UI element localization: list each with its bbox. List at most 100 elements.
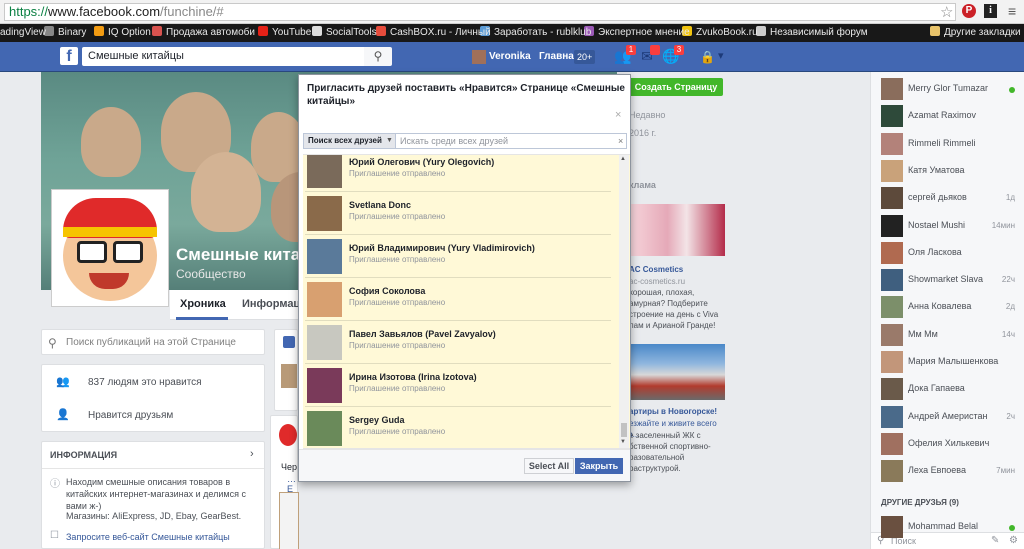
ad-image-apartments[interactable] <box>629 344 725 400</box>
friend-photo <box>307 368 342 403</box>
other-bookmarks[interactable]: Другие закладки <box>930 24 1021 42</box>
invite-row[interactable]: София Соколова Приглашение отправлено <box>305 278 611 321</box>
request-website-link[interactable]: Запросите веб-сайт Смешные китайцы <box>66 532 230 542</box>
invite-row[interactable]: Sergey Guda Приглашение отправлено <box>305 407 611 448</box>
friend-name: Леха Евпоева <box>908 465 966 476</box>
ad-title[interactable]: артиры в Новогорске! <box>629 407 717 416</box>
facebook-logo-icon[interactable]: f <box>60 47 78 65</box>
chat-friend[interactable]: Мария Малышенкова <box>881 351 1021 373</box>
select-all-button[interactable]: Select All <box>524 458 574 474</box>
url-host: www.facebook.com <box>48 4 161 19</box>
friend-search-input[interactable]: Искать среди всех друзей <box>400 134 508 148</box>
invite-row[interactable]: Юрий Владимирович (Yury Vladimirovich) Пр… <box>305 235 611 278</box>
scrollbar-thumb[interactable] <box>621 423 627 437</box>
friend-avatar <box>881 269 903 292</box>
tab-info[interactable]: Информац <box>242 298 300 310</box>
ad-title[interactable]: AC Cosmetics <box>629 265 683 274</box>
edit-icon[interactable] <box>283 336 295 348</box>
info-extension-icon[interactable]: i <box>984 4 997 18</box>
close-icon[interactable]: × <box>615 109 621 121</box>
bookmark-item[interactable]: YouTube <box>258 24 311 42</box>
year-label[interactable]: 2016 г. <box>629 128 656 138</box>
recent-label[interactable]: Недавно <box>629 110 665 120</box>
invite-row[interactable]: Svetlana Donc Приглашение отправлено <box>305 192 611 235</box>
page-title[interactable]: Смешные кита <box>176 245 300 265</box>
post-link[interactable]: …E <box>287 474 297 494</box>
friend-name: Ирина Изотова (Irina Izotova) <box>349 372 477 382</box>
bookmark-label: ZvukoBook.ru <box>696 27 758 38</box>
friend-filter-label: Поиск всех друзей <box>308 136 382 145</box>
avatar-glasses <box>77 241 107 263</box>
bookmark-item[interactable]: SocialTools <box>312 24 377 42</box>
bookmark-label: CashBOX.ru - Личный <box>390 27 491 38</box>
friend-name: Офелия Хилькевич <box>908 437 990 448</box>
page-post-search[interactable]: ⚲ Поиск публикаций на этой Странице <box>41 329 265 355</box>
invite-row[interactable]: Павел Завьялов (Pavel Zavyalov) Приглашен… <box>305 321 611 364</box>
pinterest-extension-icon[interactable]: P <box>962 4 976 18</box>
ad-image-cosmetics[interactable] <box>629 204 725 256</box>
address-bar[interactable]: https://www.facebook.com/funchine/# <box>4 3 956 21</box>
bookmark-item[interactable]: Экспертное мнение <box>584 24 690 42</box>
chat-friend[interactable]: Анна Ковалева 2д <box>881 296 1021 319</box>
bookmark-item[interactable]: IQ Option <box>94 24 151 42</box>
bookmark-star-icon[interactable]: ☆ <box>940 3 953 21</box>
privacy-lock-icon[interactable]: 🔒 <box>700 50 715 64</box>
account-menu-caret-icon[interactable]: ▾ <box>718 49 724 62</box>
bookmark-item[interactable]: Независимый форум <box>756 24 868 42</box>
bookmark-item[interactable]: CashBOX.ru - Личный <box>376 24 491 42</box>
bookmark-favicon-icon <box>258 26 268 36</box>
bookmark-item[interactable]: Заработать - rublklub <box>480 24 591 42</box>
scroll-up-icon[interactable]: ▲ <box>620 156 626 162</box>
bookmark-item[interactable]: adingView <box>0 24 46 42</box>
create-page-button[interactable]: Создать Страницу <box>629 78 723 96</box>
chevron-down-icon: ▼ <box>386 137 393 144</box>
chat-friend[interactable]: Офелия Хилькевич <box>881 432 1021 455</box>
bookmark-item[interactable]: Продажа автомоби <box>152 24 255 42</box>
friend-name: Катя Уматова <box>908 164 965 175</box>
bookmark-item[interactable]: ZvukoBook.ru <box>682 24 758 42</box>
scroll-down-icon[interactable]: ▼ <box>620 439 626 445</box>
user-name-link[interactable]: Veronika <box>489 49 531 65</box>
post-image[interactable] <box>279 492 299 549</box>
close-button[interactable]: Закрыть <box>575 458 623 474</box>
other-friends-header: ДРУГИЕ ДРУЗЬЯ (9) <box>881 498 959 507</box>
friends-like-label: Нравится друзьям <box>88 410 174 421</box>
chat-friend[interactable]: Катя Уматова <box>881 159 1021 182</box>
chat-friend[interactable]: Mohammad Belal <box>881 516 1021 538</box>
clear-search-icon[interactable]: × <box>618 134 623 148</box>
friend-avatar <box>881 296 903 319</box>
friend-filter-dropdown[interactable]: Поиск всех друзей ▼ <box>304 134 396 148</box>
bookmark-item[interactable]: Binary <box>44 24 86 42</box>
folder-icon <box>930 26 940 36</box>
scrollbar[interactable]: ▲ ▼ <box>619 155 629 448</box>
ads-header: клама <box>629 180 656 190</box>
chat-friend[interactable]: Azamat Raximov <box>881 105 1021 128</box>
friend-requests-badge: 1 <box>626 45 636 55</box>
chat-friend[interactable]: Showmarket Slava 22ч <box>881 269 1021 292</box>
chat-friend[interactable]: Merry Glor Tumazar <box>881 78 1021 100</box>
chat-friend[interactable]: Леха Евпоева 7мин <box>881 460 1021 483</box>
chat-friend[interactable]: Оля Ласкова <box>881 241 1021 264</box>
friend-last-active: 22ч <box>1001 275 1015 285</box>
friends-like-row[interactable]: 👤 Нравится друзьям <box>56 408 173 421</box>
chat-friend[interactable]: сергей дьяков 1д <box>881 187 1021 210</box>
friend-filter-bar: Поиск всех друзей ▼ Искать среди всех дру… <box>303 133 627 149</box>
profile-picture[interactable] <box>52 190 168 306</box>
chat-friend[interactable]: Rimmeli Rimmeli <box>881 132 1021 155</box>
chat-friend[interactable]: Мм Мм 14ч <box>881 323 1021 346</box>
invite-row[interactable]: Юрий Олегович (Yury Olegovich) Приглашени… <box>305 155 611 192</box>
search-icon[interactable]: ⚲ <box>364 47 392 66</box>
likes-count-row[interactable]: 👥 837 людям это нравится <box>56 375 202 388</box>
chevron-right-icon[interactable]: › <box>250 448 254 460</box>
facebook-search-input[interactable]: Смешные китайцы <box>82 47 364 66</box>
info-card: ИНФОРМАЦИЯ › ⓘ Находим смешные описания … <box>41 441 265 549</box>
invite-row[interactable]: Ирина Изотова (Irina Izotova) Приглашение… <box>305 364 611 407</box>
user-avatar[interactable] <box>472 50 486 64</box>
info-description: Находим смешные описания товаров в китай… <box>66 477 246 511</box>
chat-friend[interactable]: Дока Гапаева <box>881 378 1021 401</box>
tab-timeline[interactable]: Хроника <box>180 298 226 310</box>
browser-menu-icon[interactable]: ≡ <box>1008 4 1016 18</box>
chat-friend[interactable]: Nostael Mushi 14мин <box>881 214 1021 237</box>
chat-friend[interactable]: Андрей Америстан 2ч <box>881 405 1021 428</box>
divider <box>42 468 264 469</box>
